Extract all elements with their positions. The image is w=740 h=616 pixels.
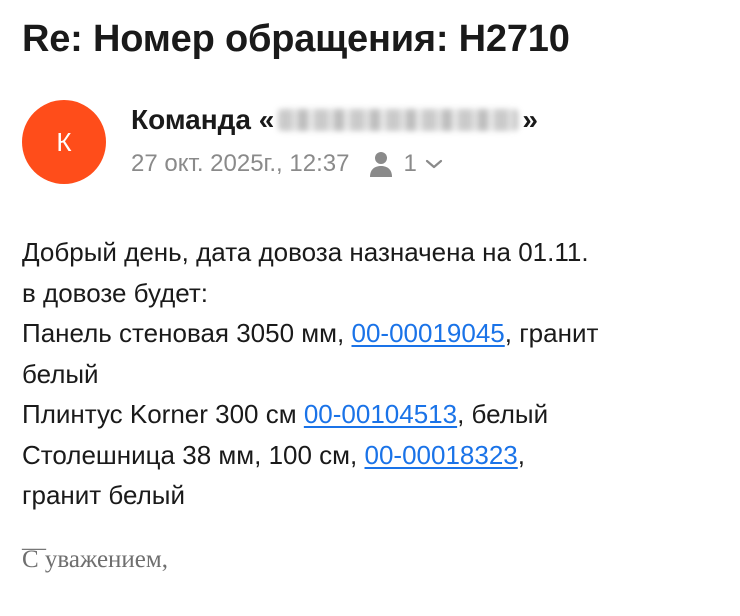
item-countertop-code-link[interactable]: 00-00018323 [365, 440, 518, 470]
item-panel-code-link[interactable]: 00-00019045 [351, 318, 504, 348]
sender-avatar[interactable]: К [22, 100, 106, 184]
sender-name-prefix: Команда « [131, 104, 275, 135]
person-icon[interactable] [369, 150, 393, 178]
body-item-plinth: Плинтус Korner 300 см 00-00104513, белый [22, 394, 722, 435]
item-panel-after: , гранит [504, 318, 599, 348]
sender-name[interactable]: Команда « » [131, 104, 538, 136]
chevron-down-icon[interactable] [425, 158, 443, 170]
sender-name-suffix: » [522, 104, 538, 135]
email-meta: 27 окт. 2025г., 12:37 1 [131, 150, 443, 178]
item-countertop-text: Столешница 38 мм, 100 см, [22, 439, 365, 470]
recipients-count[interactable]: 1 [403, 150, 416, 178]
item-plinth-text: Плинтус Korner 300 см [22, 399, 304, 429]
item-plinth-code-link[interactable]: 00-00104513 [304, 399, 457, 429]
item-plinth-after: , белый [457, 399, 549, 429]
sender-name-redacted [278, 109, 519, 131]
email-date: 27 окт. 2025г., 12:37 [131, 150, 350, 177]
body-item-panel: Панель стеновая 3050 мм, 00-00019045, гр… [22, 313, 722, 354]
body-item-panel-cont: белый [22, 358, 99, 389]
email-subject: Re: Номер обращения: Н2710 [22, 18, 570, 60]
item-panel-text: Панель стеновая 3050 мм, [22, 318, 352, 348]
body-line-intro: в довозе будет: [22, 277, 209, 308]
body-item-countertop: Столешница 38 мм, 100 см, 00-00018323, [22, 435, 722, 476]
item-countertop-after: , [517, 439, 525, 470]
avatar-letter: К [56, 126, 72, 157]
body-item-countertop-cont: гранит белый [22, 480, 185, 510]
body-line-greeting: Добрый день, дата довоза назначена на 01… [22, 237, 589, 267]
email-body: Добрый день, дата довоза назначена на 01… [22, 232, 722, 516]
signature-text: С уважением, [22, 546, 168, 573]
